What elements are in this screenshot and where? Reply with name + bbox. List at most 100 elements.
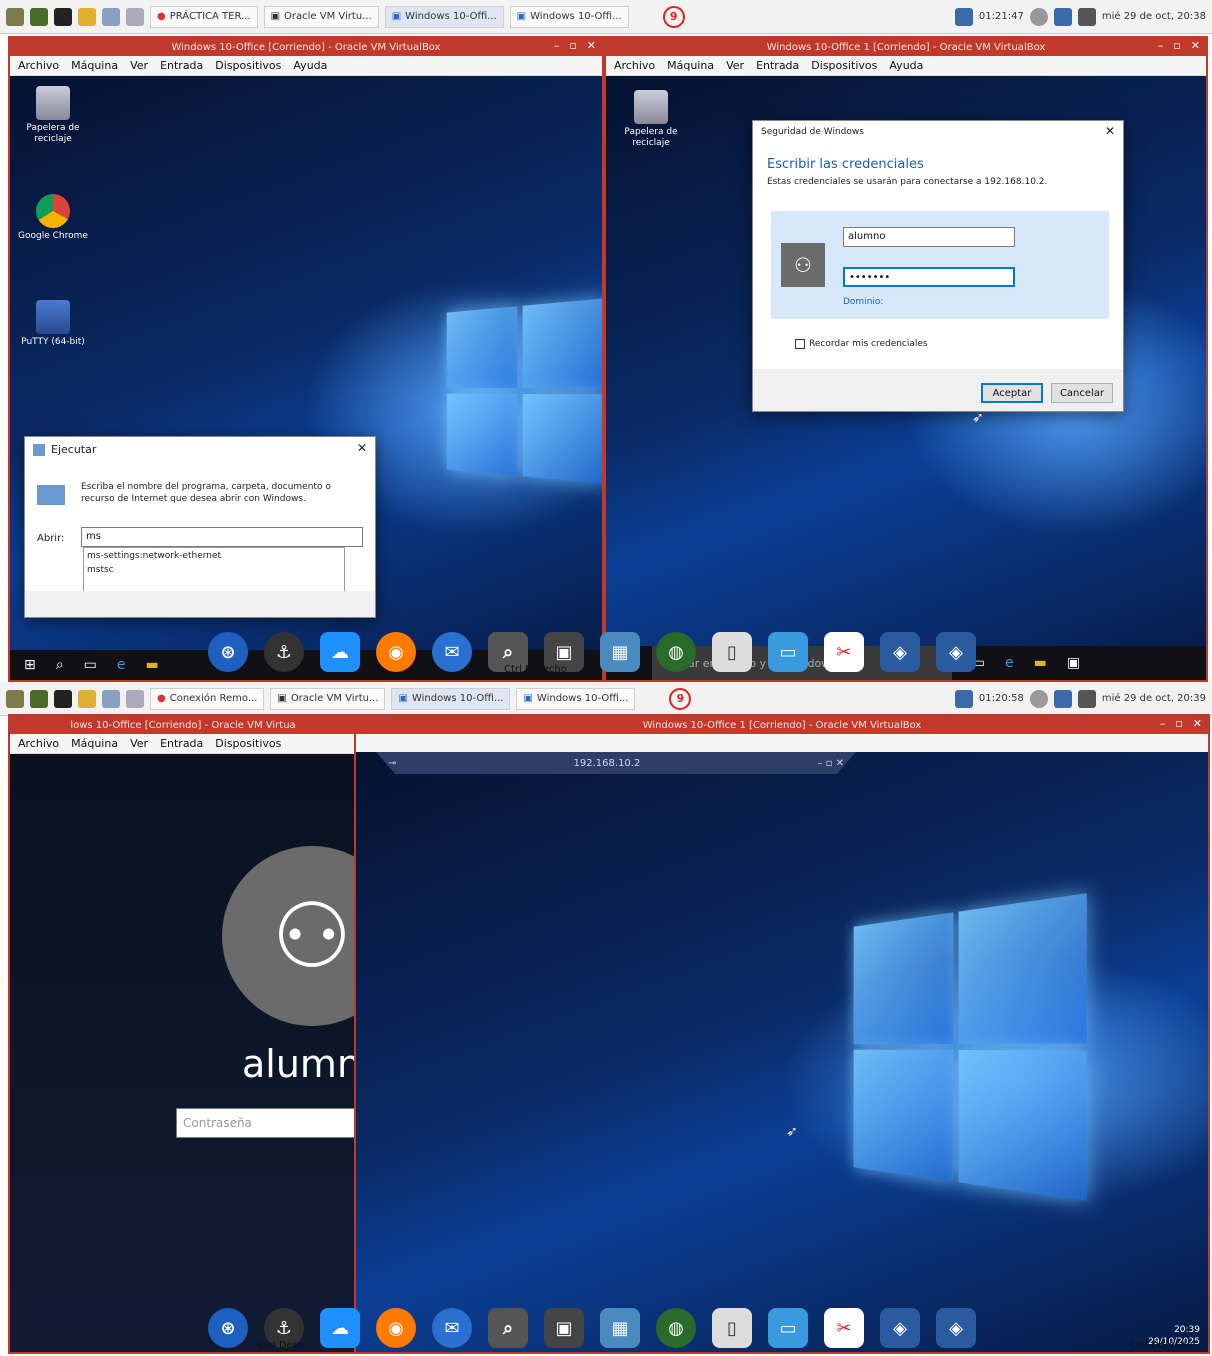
- window-titlebar[interactable]: lows 10-Office [Corriendo] - Oracle VM V…: [10, 716, 356, 734]
- folder-icon[interactable]: [78, 690, 96, 708]
- firefox-icon[interactable]: ◉: [376, 1308, 416, 1348]
- minimize-icon[interactable]: –: [1160, 717, 1166, 730]
- menu-archivo[interactable]: Archivo: [18, 59, 59, 72]
- document-app-icon[interactable]: ▯: [712, 1308, 752, 1348]
- suggestion-item[interactable]: ms-settings:network-ethernet: [87, 551, 341, 561]
- close-icon[interactable]: ✕: [1105, 124, 1115, 138]
- calculator-icon[interactable]: ▦: [600, 1308, 640, 1348]
- network-icon[interactable]: [1054, 8, 1072, 26]
- window-titlebar[interactable]: Windows 10-Office 1 [Corriendo] - Oracle…: [606, 38, 1206, 56]
- cancel-button[interactable]: Cancelar: [1051, 383, 1113, 403]
- cloud-app-icon[interactable]: ☁: [320, 1308, 360, 1348]
- search-icon[interactable]: ⌕: [56, 657, 64, 673]
- window-titlebar[interactable]: Windows 10-Office 1 [Corriendo] - Oracle…: [356, 716, 1208, 734]
- task-windows10-a[interactable]: ▣ Windows 10-Offi...: [385, 6, 504, 28]
- menu-dispositivos[interactable]: Dispositivos: [811, 59, 877, 72]
- menu-entrada[interactable]: Entrada: [160, 59, 203, 72]
- vbox-window-left-top[interactable]: Windows 10-Office [Corriendo] - Oracle V…: [8, 36, 604, 682]
- close-icon[interactable]: ✕: [357, 441, 367, 455]
- monitor-app-icon[interactable]: ▭: [768, 1308, 808, 1348]
- close-icon[interactable]: ✕: [587, 39, 596, 52]
- eye-icon[interactable]: [1030, 8, 1048, 26]
- launcher-icon[interactable]: [6, 8, 24, 26]
- magnifier-app-icon[interactable]: ⌕: [488, 1308, 528, 1348]
- desktop-icon-recycle-bin[interactable]: Papelera de reciclaje: [616, 90, 686, 149]
- desktop-icon-putty[interactable]: PuTTY (64-bit): [18, 300, 88, 348]
- workspace-icon[interactable]: [126, 8, 144, 26]
- menu-ayuda[interactable]: Ayuda: [889, 59, 923, 72]
- volume-icon[interactable]: [1078, 8, 1096, 26]
- rdp-controls[interactable]: – ▫ ✕: [817, 758, 844, 769]
- eye-icon[interactable]: [1030, 690, 1048, 708]
- vbox-window-right-bottom[interactable]: Windows 10-Office 1 [Corriendo] - Oracle…: [354, 714, 1210, 1354]
- suggestion-item[interactable]: mstsc: [87, 565, 341, 575]
- open-input[interactable]: ms: [81, 527, 363, 547]
- workspace-icon[interactable]: [102, 690, 120, 708]
- menu-dispositivos[interactable]: Dispositivos: [215, 737, 281, 750]
- edge-icon[interactable]: e: [1005, 655, 1014, 671]
- workspace-icon[interactable]: [102, 8, 120, 26]
- desktop-icon-recycle-bin[interactable]: Papelera de reciclaje: [18, 86, 88, 145]
- task-virtualbox[interactable]: ▣ Oracle VM Virtu...: [264, 6, 379, 28]
- network-icon[interactable]: [955, 8, 973, 26]
- store-icon[interactable]: ▣: [1067, 655, 1080, 671]
- virtualbox-icon[interactable]: ◈: [936, 632, 976, 672]
- network-icon[interactable]: [1054, 690, 1072, 708]
- remember-checkbox-row[interactable]: Recordar mis credenciales: [795, 339, 928, 349]
- close-icon[interactable]: ✕: [1191, 39, 1200, 52]
- menu-ayuda[interactable]: Ayuda: [293, 59, 327, 72]
- rdp-connection-bar[interactable]: ⊸ 192.168.10.2 – ▫ ✕: [376, 752, 856, 774]
- network-app-icon[interactable]: ⊛: [208, 1308, 248, 1348]
- document-app-icon[interactable]: ▯: [712, 632, 752, 672]
- thunderbird-icon[interactable]: ✉: [432, 1308, 472, 1348]
- menu-maquina[interactable]: Máquina: [71, 737, 118, 750]
- task-virtualbox[interactable]: ▣ Oracle VM Virtu...: [270, 688, 385, 710]
- maximize-icon[interactable]: ▫: [1175, 717, 1182, 730]
- globe-app-icon[interactable]: ◍: [656, 1308, 696, 1348]
- vbox-window-right-top[interactable]: Windows 10-Office 1 [Corriendo] - Oracle…: [604, 36, 1208, 682]
- minimize-icon[interactable]: –: [1158, 39, 1164, 52]
- task-practica[interactable]: ● PRÁCTICA TER...: [150, 6, 258, 28]
- remember-checkbox[interactable]: [795, 339, 805, 349]
- explorer-icon[interactable]: ▬: [1034, 655, 1047, 671]
- firefox-icon[interactable]: ◉: [376, 632, 416, 672]
- password-field[interactable]: •••••••: [843, 267, 1015, 287]
- terminal-icon[interactable]: [30, 8, 48, 26]
- launcher-icon[interactable]: [6, 690, 24, 708]
- virtualbox-icon[interactable]: ◈: [880, 632, 920, 672]
- maximize-icon[interactable]: ▫: [1173, 39, 1180, 52]
- menu-dispositivos[interactable]: Dispositivos: [215, 59, 281, 72]
- task-windows10-b[interactable]: ▣ Windows 10-Offi...: [510, 6, 629, 28]
- explorer-icon[interactable]: ▬: [145, 657, 158, 673]
- scissors-icon[interactable]: ✂: [824, 632, 864, 672]
- cloud-app-icon[interactable]: ☁: [320, 632, 360, 672]
- network-app-icon[interactable]: ⊛: [208, 632, 248, 672]
- workspace-icon[interactable]: [126, 690, 144, 708]
- thunderbird-icon[interactable]: ✉: [432, 632, 472, 672]
- scissors-icon[interactable]: ✂: [824, 1308, 864, 1348]
- task-conexion-remota[interactable]: ● Conexión Remo...: [150, 688, 264, 710]
- globe-app-icon[interactable]: ◍: [656, 632, 696, 672]
- virtualbox-icon[interactable]: ◈: [936, 1308, 976, 1348]
- volume-icon[interactable]: [1078, 690, 1096, 708]
- calculator-icon[interactable]: ▦: [600, 632, 640, 672]
- monitor-app-icon[interactable]: ▭: [768, 632, 808, 672]
- start-icon[interactable]: ⊞: [24, 657, 36, 673]
- task-windows10-a[interactable]: ▣ Windows 10-Offi...: [391, 688, 510, 710]
- console-icon[interactable]: [54, 690, 72, 708]
- task-view-icon[interactable]: ▭: [84, 657, 97, 673]
- folder-icon[interactable]: [78, 8, 96, 26]
- menu-ver[interactable]: Ver: [130, 59, 148, 72]
- ok-button[interactable]: Aceptar: [981, 383, 1043, 403]
- menu-ver[interactable]: Ver: [130, 737, 148, 750]
- username-field[interactable]: alumno: [843, 227, 1015, 247]
- task-windows10-b[interactable]: ▣ Windows 10-Offi...: [516, 688, 635, 710]
- anchor-app-icon[interactable]: ⚓: [264, 632, 304, 672]
- minimize-icon[interactable]: –: [554, 39, 560, 52]
- close-icon[interactable]: ✕: [1193, 717, 1202, 730]
- menu-maquina[interactable]: Máquina: [667, 59, 714, 72]
- notification-badge[interactable]: 9: [663, 6, 685, 28]
- console-icon[interactable]: [54, 8, 72, 26]
- menu-maquina[interactable]: Máquina: [71, 59, 118, 72]
- window-titlebar[interactable]: Windows 10-Office [Corriendo] - Oracle V…: [10, 38, 602, 56]
